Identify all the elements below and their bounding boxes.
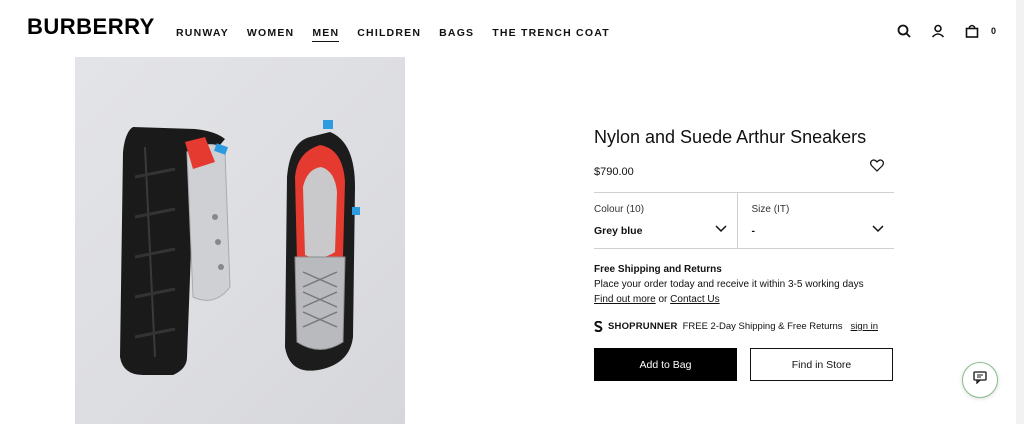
bag-icon[interactable] [963,22,981,40]
shipping-text: Place your order today and receive it wi… [594,279,864,290]
sneakers-image [120,120,360,375]
price-row: $790.00 [594,159,894,182]
variant-selectors: Colour (10) Grey blue Size (IT) - [594,192,894,249]
size-select[interactable]: Size (IT) - [736,193,895,248]
account-icon[interactable] [929,22,947,40]
nav-item-men[interactable]: MEN [312,26,340,42]
colour-select[interactable]: Colour (10) Grey blue [594,193,737,248]
nav-item-runway[interactable]: RUNWAY [176,26,229,42]
product-price: $790.00 [594,166,634,178]
action-buttons: Add to Bag Find in Store [594,348,894,381]
size-select-label: Size (IT) [751,204,790,215]
product-image[interactable] [75,57,405,424]
header-actions: 0 [895,22,996,40]
shoprunner-banner: SHOPRUNNER FREE 2-Day Shipping & Free Re… [594,321,894,332]
nav-item-children[interactable]: CHILDREN [357,26,421,42]
nav-item-the-trench-coat[interactable]: THE TRENCH COAT [492,26,610,42]
shipping-links: Find out more or Contact Us [594,292,894,307]
chat-button[interactable] [962,362,998,398]
bag-count: 0 [990,26,996,36]
shoprunner-sign-in-link[interactable]: sign in [851,321,878,332]
nav-item-women[interactable]: WOMEN [247,26,294,42]
chevron-down-icon [714,225,727,233]
main-nav: RUNWAY WOMEN MEN CHILDREN BAGS THE TRENC… [176,26,610,42]
search-icon[interactable] [895,22,913,40]
left-shoe [120,127,231,375]
nav-item-bags[interactable]: BAGS [439,26,474,42]
shoprunner-icon [594,321,603,332]
contact-us-link[interactable]: Contact Us [670,294,719,305]
right-shoe [285,120,360,371]
find-in-store-button[interactable]: Find in Store [750,348,893,381]
shoprunner-text: FREE 2-Day Shipping & Free Returns [682,321,843,332]
shipping-info: Free Shipping and Returns Place your ord… [594,262,894,307]
colour-select-label: Colour (10) [594,204,645,215]
brand-logo[interactable]: BURBERRY [27,14,155,40]
product-title: Nylon and Suede Arthur Sneakers [594,127,867,147]
chevron-down-icon [872,225,884,233]
shipping-or: or [658,294,668,305]
find-out-more-link[interactable]: Find out more [594,294,656,305]
heart-icon[interactable] [870,159,886,175]
shoprunner-brand: SHOPRUNNER [608,321,678,332]
chat-icon [973,371,987,389]
shipping-title: Free Shipping and Returns [594,264,722,275]
scrollbar[interactable] [1016,0,1024,424]
add-to-bag-button[interactable]: Add to Bag [594,348,737,381]
product-details: Nylon and Suede Arthur Sneakers $790.00 … [594,126,894,381]
